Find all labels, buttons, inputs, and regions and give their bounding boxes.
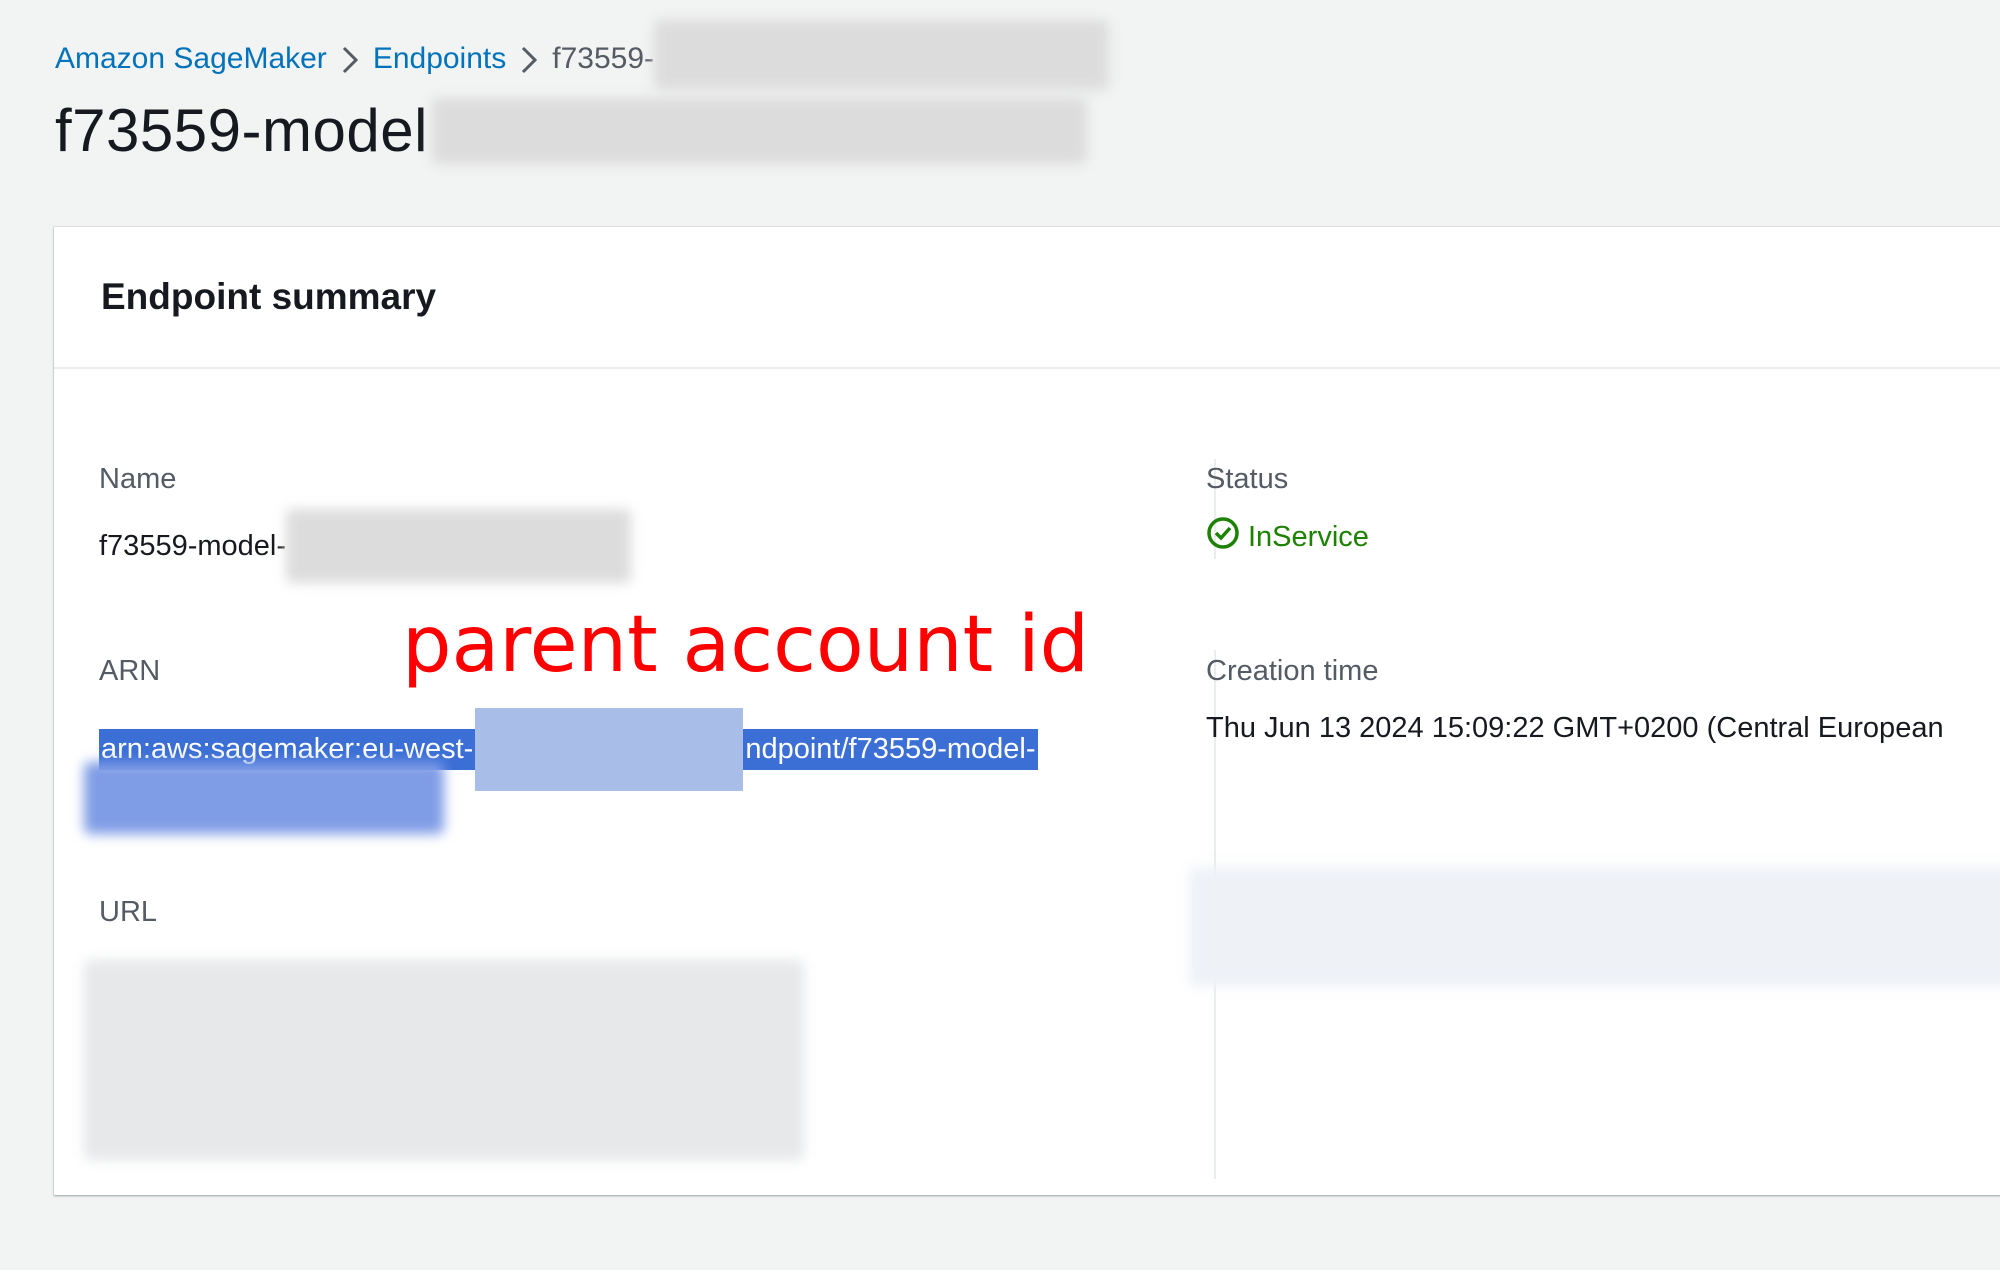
name-value: f73559-model- xyxy=(99,509,631,583)
status-text: InService xyxy=(1248,520,1369,553)
url-label: URL xyxy=(99,896,158,928)
redacted-area xyxy=(286,509,631,583)
annotation-text: parent account id xyxy=(402,600,1090,690)
arn-value-end: ndpoint/f73559-model- xyxy=(743,729,1038,770)
arn-label: ARN xyxy=(99,655,161,687)
endpoint-summary-panel: Endpoint summary Name f73559-model- Stat… xyxy=(54,227,2000,1195)
redacted-area xyxy=(84,762,444,834)
status-label: Status xyxy=(1206,463,1289,495)
redacted-area xyxy=(654,20,1109,90)
creation-time-label: Creation time xyxy=(1206,655,1379,687)
status-value: InService xyxy=(1206,516,1369,558)
chevron-right-icon xyxy=(327,42,373,76)
redacted-area xyxy=(475,708,744,791)
page-title: f73559-model xyxy=(55,96,1087,165)
name-label: Name xyxy=(99,463,177,495)
redacted-area xyxy=(1189,867,2000,987)
check-circle-icon xyxy=(1206,516,1248,558)
breadcrumb: Amazon SageMaker Endpoints f73559- xyxy=(55,20,1109,90)
breadcrumb-sagemaker-link[interactable]: Amazon SageMaker xyxy=(55,42,327,76)
redacted-area xyxy=(431,97,1087,164)
name-value-text: f73559-model- xyxy=(99,529,286,562)
page-title-text: f73559-model xyxy=(55,97,428,164)
chevron-right-icon xyxy=(506,42,552,76)
breadcrumb-current-endpoint: f73559- xyxy=(552,42,654,75)
panel-heading: Endpoint summary xyxy=(54,227,2000,369)
redacted-area xyxy=(84,960,804,1160)
creation-time-value: Thu Jun 13 2024 15:09:22 GMT+0200 (Centr… xyxy=(1206,712,1944,744)
breadcrumb-endpoints-link[interactable]: Endpoints xyxy=(373,42,506,76)
